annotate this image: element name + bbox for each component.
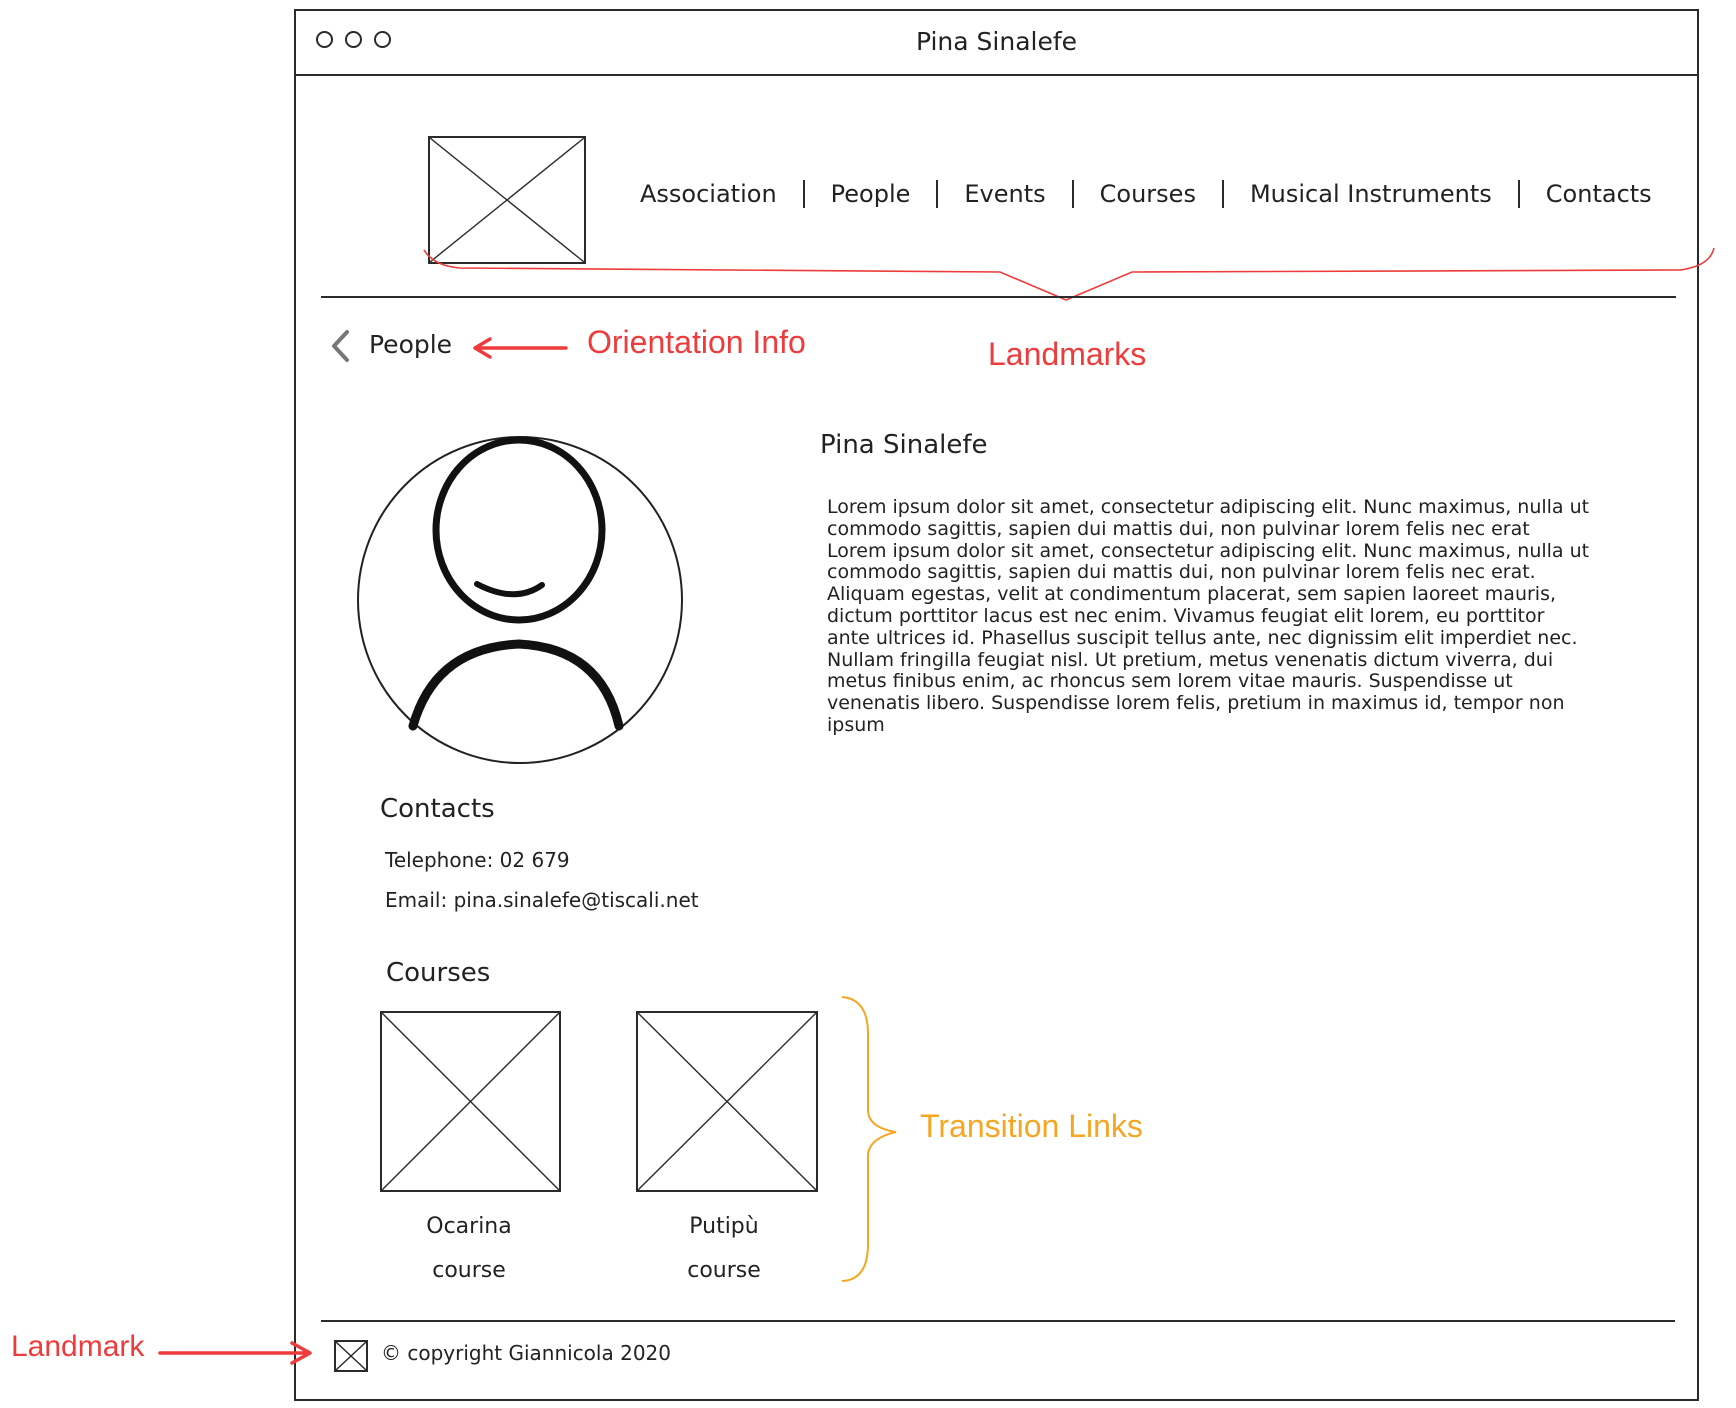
nav-item-association[interactable]: Association: [640, 180, 777, 208]
nav-item-contacts[interactable]: Contacts: [1546, 180, 1652, 208]
nav-separator: [1517, 180, 1520, 208]
nav-item-courses[interactable]: Courses: [1100, 180, 1196, 208]
annotation-orientation-info: Orientation Info: [587, 324, 806, 360]
courses-heading: Courses: [386, 958, 491, 988]
footer-logo-placeholder[interactable]: [334, 1340, 368, 1372]
profile-bio: Lorem ipsum dolor sit amet, consectetur …: [827, 496, 1590, 736]
nav-separator: [1071, 180, 1074, 208]
course-putipu-subtitle: course: [687, 1258, 761, 1283]
annotation-landmark: Landmark: [11, 1330, 145, 1363]
window-title: Pina Sinalefe: [915, 27, 1078, 56]
course-putipu-title: Putipù: [689, 1214, 759, 1239]
nav-separator: [936, 180, 939, 208]
course-ocarina-title: Ocarina: [426, 1214, 512, 1239]
footer-copyright: © copyright Giannicola 2020: [381, 1341, 671, 1365]
chevron-left-icon[interactable]: [329, 328, 351, 364]
nav-item-musical-instruments[interactable]: Musical Instruments: [1250, 180, 1492, 208]
profile-name: Pina Sinalefe: [820, 430, 988, 460]
window-titlebar: Pina Sinalefe: [296, 11, 1697, 76]
main-navigation: Association People Events Courses Musica…: [640, 174, 1652, 214]
nav-separator: [802, 180, 805, 208]
course-ocarina-image[interactable]: [380, 1011, 561, 1192]
course-ocarina-subtitle: course: [432, 1258, 506, 1283]
nav-separator: [1221, 180, 1224, 208]
nav-item-people[interactable]: People: [831, 180, 911, 208]
breadcrumb-label[interactable]: People: [369, 330, 452, 359]
footer-divider: [321, 1320, 1675, 1322]
contact-email[interactable]: Email: pina.sinalefe@tiscali.net: [385, 888, 699, 912]
course-ocarina-link[interactable]: Ocarina course: [369, 1205, 569, 1293]
avatar: [357, 436, 683, 764]
transition-links-brace: [841, 996, 897, 1282]
landmarks-brace: [423, 247, 1715, 301]
orientation-arrow-icon: [473, 337, 568, 359]
annotation-landmarks: Landmarks: [988, 336, 1147, 372]
annotation-transition-links: Transition Links: [920, 1108, 1143, 1144]
landmark-arrow-icon: [158, 1341, 312, 1365]
contacts-heading: Contacts: [380, 794, 495, 824]
nav-item-events[interactable]: Events: [964, 180, 1045, 208]
contact-telephone: Telephone: 02 679: [385, 848, 570, 872]
course-putipu-image[interactable]: [636, 1011, 818, 1192]
course-putipu-link[interactable]: Putipù course: [624, 1205, 824, 1293]
header-divider: [321, 296, 1676, 298]
